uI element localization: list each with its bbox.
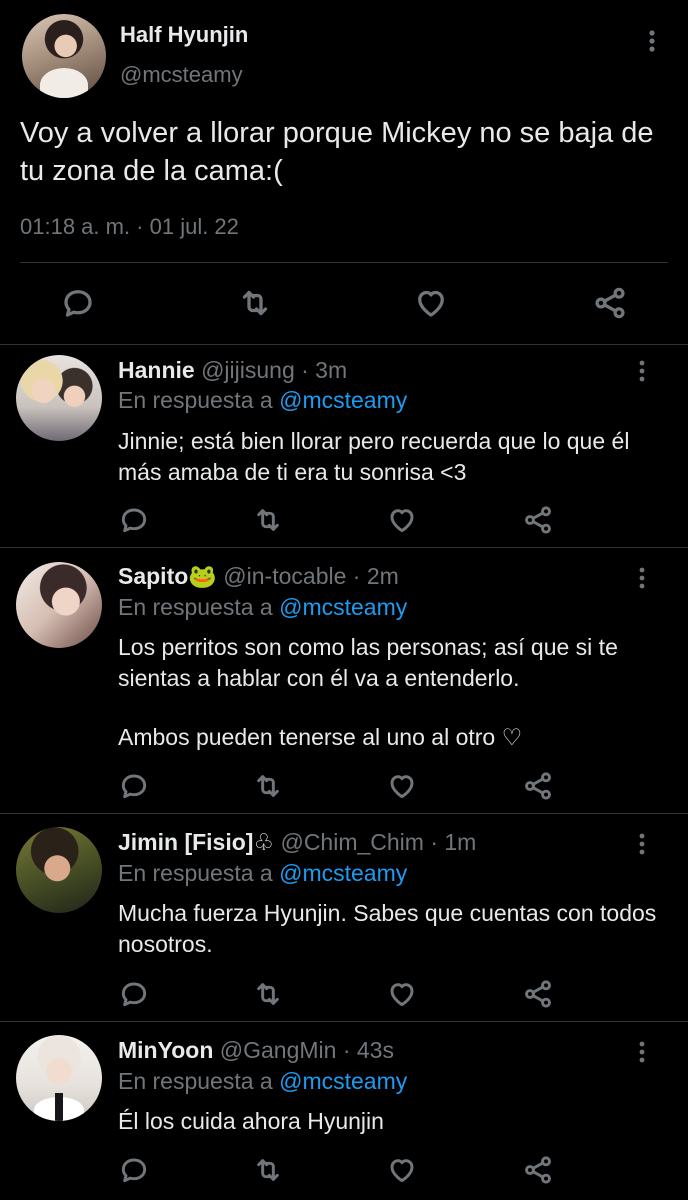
tweet-thread: Half Hyunjin @mcsteamy Voy a volver a ll… <box>0 0 688 1200</box>
reply-icon[interactable] <box>60 285 96 321</box>
retweet-icon[interactable] <box>252 1154 284 1186</box>
reply-text: Mucha fuerza Hyunjin. Sabes que cuentas … <box>118 900 657 957</box>
mention-link[interactable]: @mcsteamy <box>279 860 407 886</box>
more-icon[interactable] <box>630 1038 654 1066</box>
author-name[interactable]: Half Hyunjin <box>120 22 248 48</box>
mention-link[interactable]: @mcsteamy <box>279 387 407 413</box>
retweet-icon[interactable] <box>252 770 284 802</box>
mention-link[interactable]: @mcsteamy <box>279 594 407 620</box>
replying-to: En respuesta a @mcsteamy <box>118 594 408 620</box>
main-tweet: Half Hyunjin @mcsteamy Voy a volver a ll… <box>0 0 688 345</box>
avatar[interactable] <box>16 827 102 913</box>
more-icon[interactable] <box>630 564 654 592</box>
reply-header: Jimin [Fisio]♧ @Chim_Chim · 1m <box>118 829 476 859</box>
avatar[interactable] <box>16 1035 102 1121</box>
author-handle[interactable]: @Chim_Chim · 1m <box>274 829 476 855</box>
avatar[interactable] <box>16 355 102 441</box>
reply-header: Hannie @jijisung · 3m <box>118 357 347 387</box>
share-icon[interactable] <box>592 285 628 321</box>
retweet-icon[interactable] <box>237 285 273 321</box>
tweet-text: Voy a volver a llorar porque Mickey no s… <box>20 117 654 187</box>
reply-tweet[interactable]: Jimin [Fisio]♧ @Chim_Chim · 1m En respue… <box>0 814 688 1022</box>
replying-to: En respuesta a @mcsteamy <box>118 1068 408 1094</box>
reply-text: Los perritos son como las personas; así … <box>118 634 618 691</box>
more-icon[interactable] <box>630 830 654 858</box>
author-handle[interactable]: @mcsteamy <box>120 62 243 88</box>
author-name[interactable]: MinYoon <box>118 1037 213 1063</box>
reply-text: Jinnie; está bien llorar pero recuerda q… <box>118 428 630 485</box>
tweet-timestamp: 01:18 a. m. · 01 jul. 22 <box>20 214 239 239</box>
reply-tweet[interactable]: Sapito🐸 @in-tocable · 2m En respuesta a … <box>0 548 688 814</box>
reply-header: MinYoon @GangMin · 43s <box>118 1037 394 1067</box>
reply-tweet[interactable]: MinYoon @GangMin · 43s En respuesta a @m… <box>0 1022 688 1200</box>
reply-icon[interactable] <box>118 770 150 802</box>
like-icon[interactable] <box>386 504 418 536</box>
replying-to: En respuesta a @mcsteamy <box>118 860 408 886</box>
divider <box>20 262 668 263</box>
retweet-icon[interactable] <box>252 504 284 536</box>
mention-link[interactable]: @mcsteamy <box>279 1068 407 1094</box>
share-icon[interactable] <box>522 770 554 802</box>
author-handle[interactable]: @GangMin · 43s <box>213 1037 394 1063</box>
avatar[interactable] <box>22 14 106 98</box>
reply-icon[interactable] <box>118 1154 150 1186</box>
author-handle[interactable]: @jijisung · 3m <box>195 357 347 383</box>
retweet-icon[interactable] <box>252 978 284 1010</box>
share-icon[interactable] <box>522 504 554 536</box>
reply-tweet[interactable]: Hannie @jijisung · 3m En respuesta a @mc… <box>0 345 688 548</box>
share-icon[interactable] <box>522 978 554 1010</box>
like-icon[interactable] <box>386 1154 418 1186</box>
reply-text-paragraph: Ambos pueden tenerse al uno al otro ♡ <box>118 724 523 750</box>
like-icon[interactable] <box>386 770 418 802</box>
author-handle[interactable]: @in-tocable · 2m <box>217 563 398 589</box>
reply-icon[interactable] <box>118 504 150 536</box>
author-name[interactable]: Hannie <box>118 357 195 383</box>
reply-header: Sapito🐸 @in-tocable · 2m <box>118 563 399 593</box>
author-name[interactable]: Jimin [Fisio]♧ <box>118 829 274 855</box>
more-icon[interactable] <box>630 357 654 385</box>
reply-text: Él los cuida ahora Hyunjin <box>118 1108 384 1134</box>
share-icon[interactable] <box>522 1154 554 1186</box>
like-icon[interactable] <box>386 978 418 1010</box>
avatar[interactable] <box>16 562 102 648</box>
author-name[interactable]: Sapito🐸 <box>118 563 217 589</box>
replying-to: En respuesta a @mcsteamy <box>118 387 408 413</box>
like-icon[interactable] <box>413 285 449 321</box>
reply-icon[interactable] <box>118 978 150 1010</box>
more-icon[interactable] <box>640 26 664 56</box>
